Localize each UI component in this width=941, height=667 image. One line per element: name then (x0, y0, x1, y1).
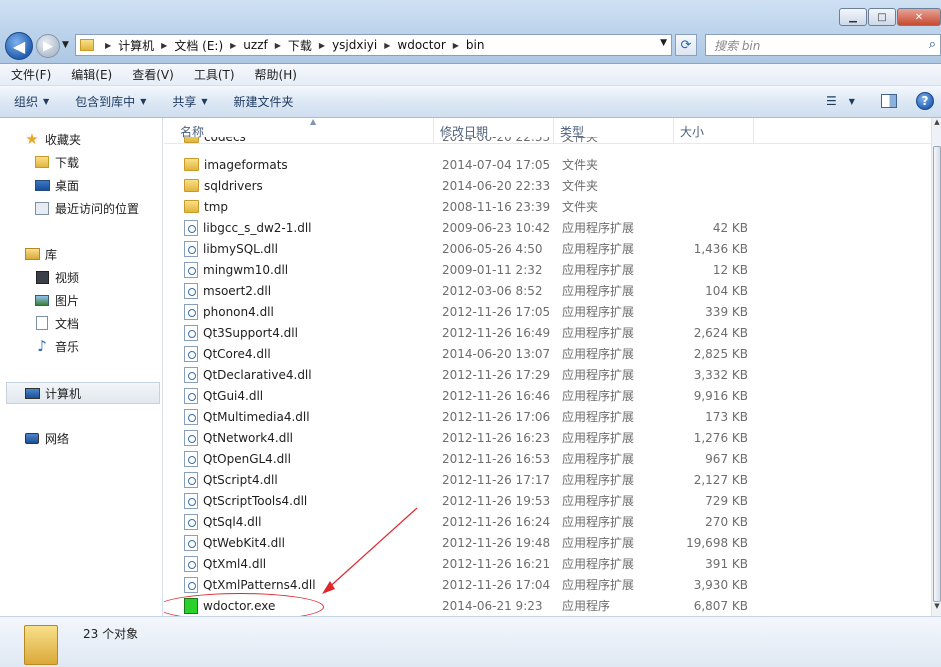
breadcrumb-downloads[interactable]: 下载 (288, 37, 312, 54)
breadcrumb-separator-icon[interactable]: ▶ (453, 41, 459, 50)
folder-icon (80, 39, 94, 51)
help-button[interactable]: ? (916, 92, 934, 110)
details-view-icon: ☰ (826, 94, 837, 108)
menu-tools[interactable]: 工具(T) (191, 65, 238, 84)
file-list: 名称 ▲ 修改日期 类型 大小 codecs 2014-06-20 22:33 … (164, 118, 931, 616)
status-bar: 23 个对象 (0, 616, 941, 667)
new-folder-button[interactable]: 新建文件夹 (234, 93, 294, 110)
search-placeholder: 搜索 bin (714, 38, 761, 53)
nav-documents-label: 文档 (55, 316, 80, 331)
search-icon[interactable]: ⌕ (929, 37, 936, 52)
nav-videos[interactable]: 视频 (34, 267, 79, 287)
breadcrumb-ysjdxiyi[interactable]: ysjdxiyi (332, 38, 377, 52)
chevron-down-icon: ▼ (848, 96, 855, 106)
nav-desktop[interactable]: 桌面 (34, 175, 79, 195)
breadcrumb-separator-icon[interactable]: ▶ (275, 41, 281, 50)
nav-libraries-label: 库 (45, 247, 58, 262)
command-bar: 组织 ▼ 包含到库中 ▼ 共享 ▼ 新建文件夹 ☰ ▼ ? (0, 86, 941, 118)
window-controls: ▁ □ ✕ (838, 8, 941, 26)
nav-music[interactable]: ♪ 音乐 (34, 336, 79, 356)
maximize-button[interactable]: □ (868, 8, 896, 26)
nav-computer-label: 计算机 (45, 386, 82, 401)
nav-music-label: 音乐 (55, 339, 80, 354)
nav-downloads[interactable]: 下载 (34, 152, 79, 172)
breadcrumb-drive-e[interactable]: 文档 (E:) (174, 37, 223, 54)
folder-icon (24, 625, 58, 665)
annotation-arrow (322, 507, 418, 594)
address-bar[interactable]: ▶ 计算机 ▶ 文档 (E:) ▶ uzzf ▶ 下载 ▶ ysjdxiyi ▶… (75, 34, 672, 56)
scroll-up-arrow-icon[interactable]: ▲ (932, 118, 941, 132)
breadcrumb-bin[interactable]: bin (466, 38, 485, 52)
breadcrumb-separator-icon[interactable]: ▶ (319, 41, 325, 50)
recent-places-icon (34, 200, 50, 216)
nav-pictures-label: 图片 (55, 293, 80, 308)
nav-pictures[interactable]: 图片 (34, 290, 79, 310)
preview-pane-button[interactable] (881, 94, 897, 108)
menu-file[interactable]: 文件(F) (8, 65, 54, 84)
change-view-button[interactable]: ☰ ▼ (826, 94, 855, 108)
minimize-button[interactable]: ▁ (839, 8, 867, 26)
star-icon: ★ (25, 130, 39, 148)
search-input[interactable]: 搜索 bin ⌕ (705, 34, 941, 56)
item-count: 23 个对象 (83, 627, 139, 641)
nav-libraries[interactable]: 库 (24, 244, 57, 264)
scrollbar-thumb[interactable] (933, 146, 941, 602)
forward-button[interactable]: ▶ (36, 34, 60, 58)
video-icon (34, 269, 50, 285)
organize-button[interactable]: 组织 ▼ (14, 93, 49, 110)
share-label: 共享 (172, 95, 197, 109)
menu-edit[interactable]: 编辑(E) (68, 65, 115, 84)
desktop-icon (34, 177, 50, 193)
chevron-down-icon: ▼ (201, 97, 208, 106)
navigation-pane: ★ 收藏夹 下载 桌面 最近访问的位置 库 视频 图片 文档 ♪ 音乐 计算机 … (0, 118, 163, 616)
computer-icon (24, 385, 40, 401)
address-history-chevron-down-icon[interactable]: ▼ (660, 38, 667, 48)
nav-network[interactable]: 网络 (24, 428, 69, 448)
breadcrumb-separator-icon[interactable]: ▶ (384, 41, 390, 50)
nav-network-label: 网络 (45, 431, 70, 446)
breadcrumb-computer[interactable]: 计算机 (118, 37, 154, 54)
new-folder-label: 新建文件夹 (233, 95, 294, 109)
nav-documents[interactable]: 文档 (34, 313, 79, 333)
nav-downloads-label: 下载 (55, 155, 80, 170)
close-button[interactable]: ✕ (897, 8, 941, 26)
recent-pages-dropdown[interactable]: ▼ (62, 40, 69, 50)
organize-label: 组织 (14, 95, 39, 109)
refresh-button[interactable]: ⟳ (675, 34, 697, 56)
pictures-icon (34, 292, 50, 308)
nav-favorites-label: 收藏夹 (45, 132, 82, 147)
menu-bar: 文件(F) 编辑(E) 查看(V) 工具(T) 帮助(H) (0, 64, 941, 86)
breadcrumb-separator-icon[interactable]: ▶ (105, 41, 111, 50)
breadcrumb-wdoctor[interactable]: wdoctor (397, 38, 445, 52)
nav-desktop-label: 桌面 (55, 178, 80, 193)
downloads-folder-icon (34, 154, 50, 170)
documents-icon (34, 315, 50, 331)
nav-computer[interactable]: 计算机 (24, 383, 81, 403)
menu-view[interactable]: 查看(V) (129, 65, 177, 84)
title-bar: ▁ □ ✕ ◀ ▶ ▼ ▶ 计算机 ▶ 文档 (E:) ▶ uzzf ▶ 下载 … (0, 0, 941, 64)
nav-favorites[interactable]: ★ 收藏夹 (24, 129, 81, 149)
scroll-down-arrow-icon[interactable]: ▼ (932, 602, 941, 616)
libraries-icon (24, 246, 40, 262)
music-note-icon: ♪ (37, 337, 47, 355)
include-in-library-button[interactable]: 包含到库中 ▼ (75, 93, 146, 110)
nav-videos-label: 视频 (55, 270, 80, 285)
nav-recent-places-label: 最近访问的位置 (55, 201, 140, 216)
breadcrumb-uzzf[interactable]: uzzf (243, 38, 267, 52)
back-button[interactable]: ◀ (5, 32, 33, 60)
nav-recent-places[interactable]: 最近访问的位置 (34, 198, 139, 218)
chevron-down-icon: ▼ (140, 97, 147, 106)
breadcrumb-separator-icon[interactable]: ▶ (161, 41, 167, 50)
share-button[interactable]: 共享 ▼ (172, 93, 207, 110)
menu-help[interactable]: 帮助(H) (252, 65, 300, 84)
network-icon (24, 430, 40, 446)
annotation-highlight-ellipse (164, 593, 324, 616)
breadcrumb-separator-icon[interactable]: ▶ (230, 41, 236, 50)
include-in-library-label: 包含到库中 (75, 95, 136, 109)
vertical-scrollbar[interactable]: ▲ ▼ (931, 118, 941, 616)
chevron-down-icon: ▼ (43, 97, 50, 106)
